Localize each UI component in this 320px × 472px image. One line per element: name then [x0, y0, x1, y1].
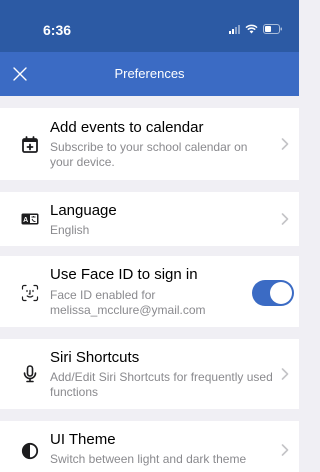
- contrast-icon: [21, 442, 39, 460]
- signal-icon: [229, 24, 240, 34]
- svg-text:A: A: [23, 217, 28, 224]
- calendar-add-icon: [22, 136, 38, 153]
- language-row[interactable]: A Language English: [0, 192, 299, 246]
- siri-shortcuts-row-title: Siri Shortcuts: [50, 349, 140, 366]
- ui-theme-row-title: UI Theme: [50, 431, 116, 448]
- ui-theme-row[interactable]: UI Theme Switch between light and dark t…: [0, 421, 299, 472]
- ui-theme-row-subtitle: Switch between light and dark theme: [50, 452, 247, 466]
- chevron-right-icon: [281, 213, 289, 225]
- face-id-row-title: Use Face ID to sign in: [50, 266, 198, 283]
- nav-bar: Preferences: [0, 52, 299, 96]
- language-row-subtitle: English: [50, 223, 90, 237]
- calendar-row[interactable]: Add events to calendar Subscribe to your…: [0, 108, 299, 180]
- wifi-icon: [245, 24, 258, 34]
- language-row-title: Language: [50, 202, 117, 219]
- battery-icon: [263, 24, 282, 34]
- calendar-row-title: Add events to calendar: [50, 119, 204, 136]
- status-bar: 6:36: [0, 0, 299, 52]
- siri-shortcuts-row[interactable]: Siri Shortcuts Add/Edit Siri Shortcuts f…: [0, 339, 299, 409]
- face-id-icon: [21, 284, 39, 302]
- siri-shortcuts-row-subtitle: Add/Edit Siri Shortcuts for frequently u…: [50, 370, 273, 399]
- page-title: Preferences: [114, 66, 185, 81]
- microphone-icon: [23, 365, 37, 383]
- language-icon: A: [21, 213, 39, 225]
- chevron-right-icon: [281, 444, 289, 456]
- face-id-toggle[interactable]: [252, 280, 294, 306]
- calendar-row-subtitle: Subscribe to your school calendar on you…: [50, 140, 248, 169]
- status-time: 6:36: [43, 22, 72, 38]
- face-id-row-subtitle: Face ID enabled for melissa_mcclure@ymai…: [50, 288, 206, 317]
- chevron-right-icon: [281, 368, 289, 380]
- chevron-right-icon: [281, 138, 289, 150]
- face-id-row: Use Face ID to sign in Face ID enabled f…: [0, 256, 299, 327]
- status-icons: [229, 24, 283, 34]
- toggle-knob: [270, 282, 292, 304]
